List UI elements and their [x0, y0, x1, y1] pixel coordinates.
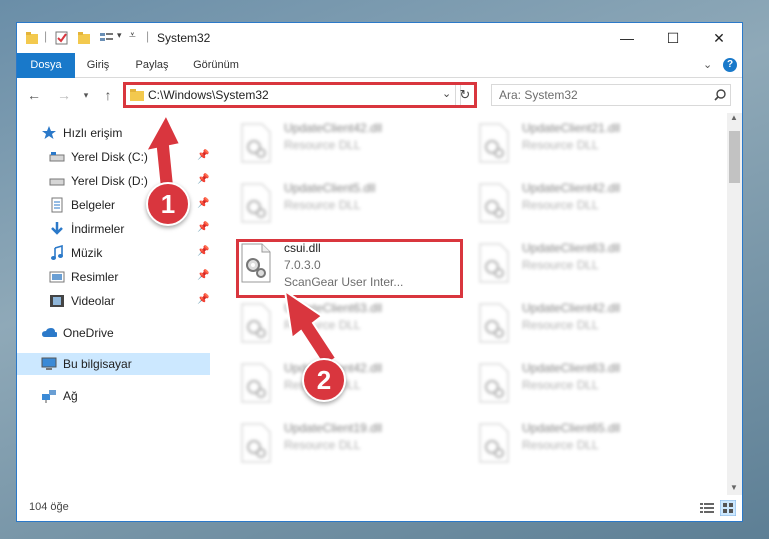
step-marker-2: 2 — [302, 358, 346, 402]
arrow-2 — [283, 288, 338, 368]
annotation-arrows — [144, 112, 338, 368]
arrow-1 — [144, 112, 182, 190]
step-marker-1: 1 — [146, 182, 190, 226]
